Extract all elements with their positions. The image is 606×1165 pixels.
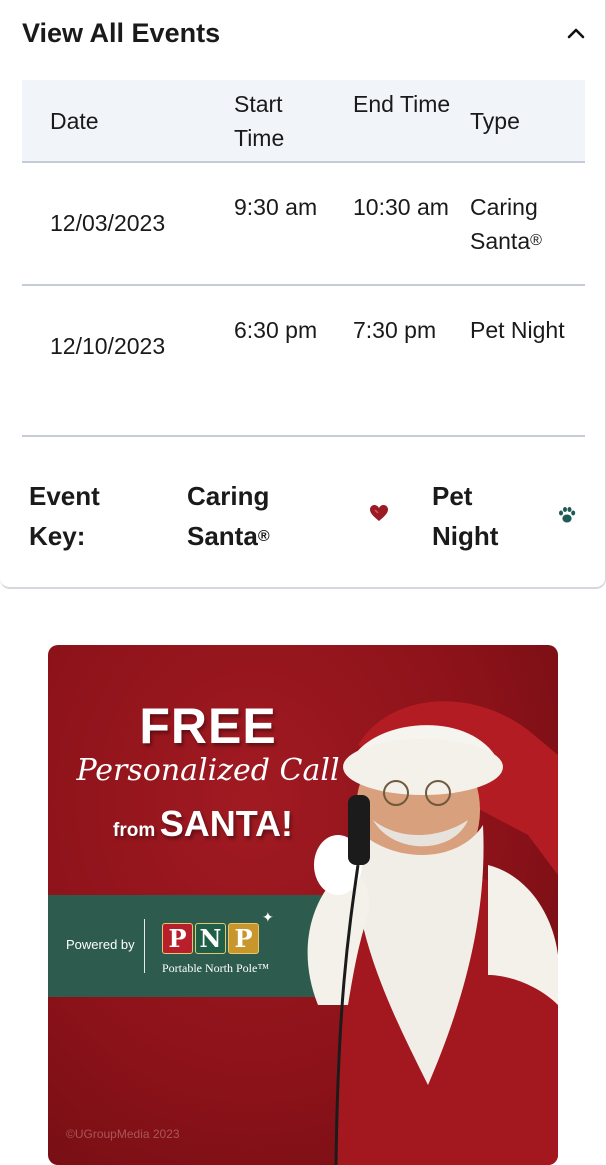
- collapse-chevron-up-icon[interactable]: [562, 20, 590, 48]
- event-key: Event Key: Caring Santa® Pet Night: [0, 470, 606, 560]
- pnp-logo-letter: P: [162, 923, 193, 954]
- row-type-label: Caring Santa: [470, 194, 538, 254]
- pnp-logo: PNP: [162, 923, 261, 954]
- row-type: Caring Santa®: [470, 190, 582, 258]
- pnp-logo-subtitle: Portable North Pole™: [162, 961, 270, 975]
- pnp-logo-letter: N: [195, 923, 226, 954]
- header-date: Date: [50, 108, 99, 134]
- banner-santa: SANTA!: [159, 803, 293, 844]
- sparkle-icon: ✦: [262, 909, 274, 925]
- events-table: Date Start Time End Time Type 12/03/2023…: [22, 80, 585, 437]
- header-type: Type: [470, 108, 520, 134]
- row-date: 12/03/2023: [50, 210, 166, 236]
- band-divider: [144, 919, 145, 973]
- banner-from: from: [113, 820, 156, 841]
- registered-mark: ®: [257, 528, 270, 545]
- row-end-time: 10:30 am: [353, 194, 449, 220]
- row-end-time: 7:30 pm: [353, 317, 437, 343]
- event-key-label: Event Key:: [29, 481, 100, 551]
- heart-icon: [369, 504, 389, 522]
- pnp-logo-letter: P: [228, 923, 259, 954]
- row-type: Pet Night: [470, 317, 565, 343]
- table-header: Date Start Time End Time Type: [22, 80, 585, 163]
- row-start-time: 6:30 pm: [234, 317, 318, 343]
- header-end-time: End Time: [353, 91, 451, 117]
- events-title: View All Events: [22, 18, 221, 48]
- registered-mark: ®: [530, 232, 542, 249]
- row-date: 12/10/2023: [50, 333, 166, 359]
- event-key-pet-night: Pet Night: [432, 481, 499, 551]
- row-start-time: 9:30 am: [234, 194, 318, 220]
- event-key-caring-santa: Caring Santa®: [187, 476, 327, 557]
- banner-copyright: ©UGroupMedia 2023: [66, 1127, 180, 1141]
- table-row: 12/10/2023 6:30 pm 7:30 pm Pet Night: [22, 286, 585, 437]
- powered-by-label: Powered by: [66, 937, 135, 952]
- events-card: View All Events Date Start Time End Time…: [0, 0, 606, 589]
- events-header[interactable]: View All Events: [22, 14, 590, 54]
- paw-icon: [557, 505, 577, 525]
- table-row: 12/03/2023 9:30 am 10:30 am Caring Santa…: [22, 163, 585, 286]
- santa-call-ad-banner[interactable]: FREE Personalized Call from SANTA! Power…: [48, 645, 558, 1165]
- header-start-time: Start Time: [234, 91, 285, 151]
- santa-illustration: [307, 701, 558, 1165]
